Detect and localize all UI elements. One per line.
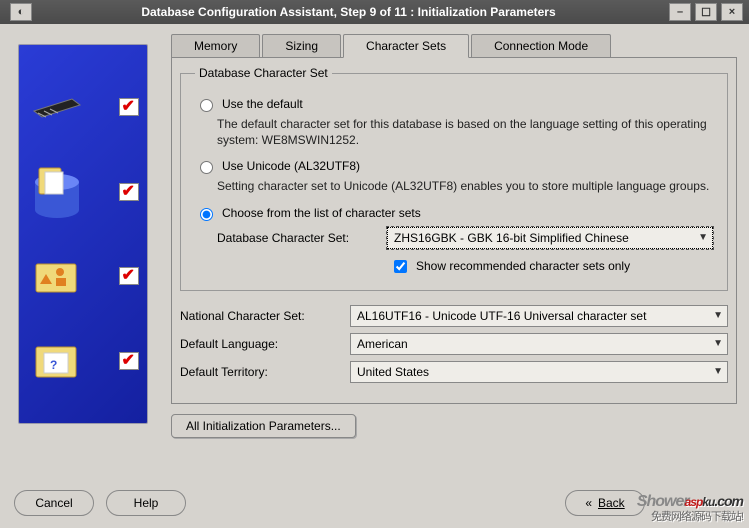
chevron-down-icon: ▼: [713, 366, 723, 377]
wizard-step-2: [27, 167, 139, 217]
national-charset-value: AL16UTF16 - Unicode UTF-16 Universal cha…: [357, 309, 646, 323]
database-files-icon: [27, 167, 87, 217]
default-language-select[interactable]: American ▼: [350, 333, 728, 355]
svg-text:?: ?: [50, 358, 57, 372]
folder-shapes-icon: [27, 251, 87, 301]
titlebar: ◐ Database Configuration Assistant, Step…: [0, 0, 749, 24]
tab-memory[interactable]: Memory: [171, 34, 260, 57]
tab-connection-mode[interactable]: Connection Mode: [471, 34, 611, 57]
help-button[interactable]: Help: [106, 490, 186, 516]
database-character-set-group: Database Character Set Use the default T…: [180, 66, 728, 291]
minimize-icon[interactable]: –: [669, 3, 691, 21]
chevron-down-icon: ▼: [713, 310, 723, 321]
option-use-default-desc: The default character set for this datab…: [217, 116, 713, 148]
checkmark-icon: [119, 183, 139, 201]
db-charset-label: Database Character Set:: [217, 231, 387, 245]
radio-use-default[interactable]: [200, 99, 213, 112]
option-label: Use Unicode (AL32UTF8): [222, 159, 360, 173]
chevron-down-icon: ▼: [698, 232, 708, 243]
option-use-unicode[interactable]: Use Unicode (AL32UTF8): [195, 158, 713, 174]
national-charset-select[interactable]: AL16UTF16 - Unicode UTF-16 Universal cha…: [350, 305, 728, 327]
wizard-step-3: [27, 251, 139, 301]
default-territory-label: Default Territory:: [180, 365, 350, 379]
checkmark-icon: [119, 352, 139, 370]
show-recommended-checkbox[interactable]: [394, 260, 407, 273]
national-charset-label: National Character Set:: [180, 309, 350, 323]
default-language-label: Default Language:: [180, 337, 350, 351]
back-button[interactable]: « Back: [565, 490, 645, 516]
option-label: Use the default: [222, 97, 303, 111]
show-recommended-row[interactable]: Show recommended character sets only: [390, 257, 713, 276]
checkmark-icon: [119, 267, 139, 285]
default-territory-select[interactable]: United States ▼: [350, 361, 728, 383]
maximize-icon[interactable]: ☐: [695, 3, 717, 21]
tab-bar: Memory Sizing Character Sets Connection …: [171, 34, 737, 57]
option-choose-list[interactable]: Choose from the list of character sets: [195, 205, 713, 221]
chevron-down-icon: ▼: [713, 338, 723, 349]
option-label: Choose from the list of character sets: [222, 206, 421, 220]
cancel-button[interactable]: Cancel: [14, 490, 94, 516]
group-legend: Database Character Set: [195, 66, 332, 80]
folder-help-icon: ?: [27, 336, 87, 386]
tab-sizing[interactable]: Sizing: [262, 34, 341, 57]
tab-panel: Database Character Set Use the default T…: [171, 57, 737, 404]
tab-character-sets[interactable]: Character Sets: [343, 34, 469, 58]
checkmark-icon: [119, 98, 139, 116]
window-title: Database Configuration Assistant, Step 9…: [32, 5, 665, 19]
window-menu-icon[interactable]: ◐: [10, 3, 32, 21]
wizard-sidebar: ?: [0, 24, 165, 478]
db-charset-value: ZHS16GBK - GBK 16-bit Simplified Chinese: [394, 231, 629, 245]
wizard-steps-panel: ?: [18, 44, 148, 424]
all-init-params-button[interactable]: All Initialization Parameters...: [171, 414, 356, 438]
default-language-value: American: [357, 337, 408, 351]
radio-use-unicode[interactable]: [200, 161, 213, 174]
show-recommended-label: Show recommended character sets only: [416, 259, 630, 273]
radio-choose-list[interactable]: [200, 208, 213, 221]
chip-icon: [27, 82, 87, 132]
option-use-unicode-desc: Setting character set to Unicode (AL32UT…: [217, 178, 713, 194]
watermark: Showeraspku.com 免费网络源码下载站!: [637, 486, 743, 524]
default-territory-value: United States: [357, 365, 429, 379]
main-panel: Memory Sizing Character Sets Connection …: [165, 24, 749, 478]
db-charset-select[interactable]: ZHS16GBK - GBK 16-bit Simplified Chinese…: [387, 227, 713, 249]
wizard-step-4: ?: [27, 336, 139, 386]
wizard-step-1: [27, 82, 139, 132]
close-icon[interactable]: ×: [721, 3, 743, 21]
option-use-default[interactable]: Use the default: [195, 96, 713, 112]
chevron-left-icon: «: [585, 496, 592, 510]
